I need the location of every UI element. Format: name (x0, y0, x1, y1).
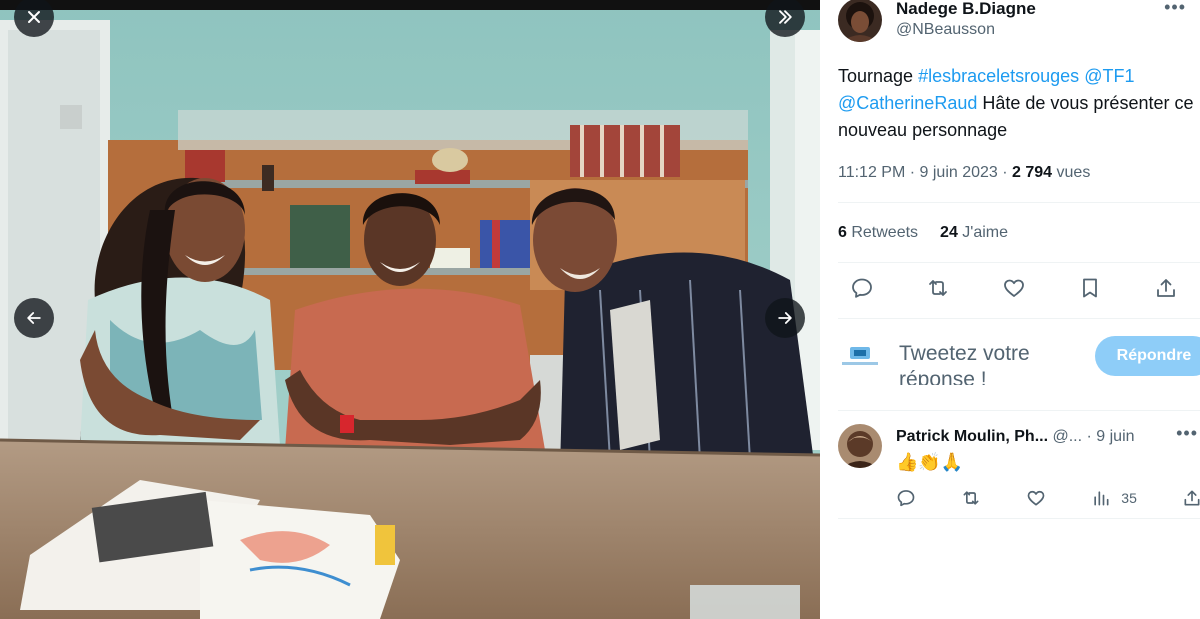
author-name[interactable]: Nadege B.Diagne (896, 0, 1036, 19)
views-count: 2 794 (1012, 164, 1053, 181)
media-viewer (0, 0, 820, 619)
divider (838, 262, 1200, 263)
author-names: Nadege B.Diagne @NBeausson (896, 0, 1036, 41)
expand-right-icon (775, 7, 795, 27)
reply-share-icon[interactable] (1182, 488, 1200, 508)
mention-link-tf1[interactable]: @TF1 (1084, 66, 1134, 86)
divider (838, 410, 1200, 411)
reply-icon[interactable] (850, 276, 876, 302)
retweets-label: Retweets (846, 224, 919, 241)
retweet-icon[interactable] (926, 276, 952, 302)
tweet-sidebar: Nadege B.Diagne @NBeausson ••• Tournage … (820, 0, 1200, 619)
reply-button[interactable]: Répondre (1095, 336, 1200, 376)
next-image-button[interactable] (765, 298, 805, 338)
hashtag-link[interactable]: #lesbraceletsrouges (918, 66, 1079, 86)
tweet-text-lead: Tournage (838, 66, 919, 86)
likes-count: 24 (940, 224, 958, 241)
reply-author-name[interactable]: Patrick Moulin, Ph... (896, 428, 1048, 445)
mention-link-catherineraud[interactable]: @CatherineRaud (838, 93, 977, 113)
reply-more-options-icon[interactable]: ••• (1176, 424, 1198, 442)
reply-reply-icon[interactable] (896, 488, 916, 508)
reply-handle-time: @... · 9 juin (1048, 428, 1135, 445)
likes-stat[interactable]: 24 J'aime (940, 224, 1008, 241)
like-icon[interactable] (1002, 276, 1028, 302)
reply-retweet-icon[interactable] (961, 488, 981, 508)
close-icon (24, 7, 44, 27)
reply-header: Patrick Moulin, Ph... @... · 9 juin (896, 426, 1135, 448)
reply-like-icon[interactable] (1026, 488, 1046, 508)
divider (838, 518, 1200, 519)
retweets-stat[interactable]: 6 Retweets (838, 224, 918, 241)
arrow-left-icon (24, 308, 44, 328)
reply-tweet[interactable]: Patrick Moulin, Ph... @... · 9 juin ••• … (838, 420, 1200, 515)
composer-avatar (840, 345, 880, 369)
retweets-count: 6 (838, 224, 847, 241)
author-avatar[interactable] (838, 0, 882, 42)
reply-views-stat[interactable]: 35 (1091, 488, 1137, 508)
tweet-text: Tournage #lesbraceletsrouges @TF1 @Cathe… (838, 63, 1198, 144)
divider (838, 202, 1200, 203)
reply-actions: 35 (896, 486, 1200, 510)
divider (838, 318, 1200, 319)
tweet-timestamp[interactable]: 11:12 PM · 9 juin 2023 · (838, 164, 1012, 181)
reply-composer: Tweetez votre réponse ! Répondre (838, 333, 1200, 388)
tweet-counts: 6 Retweets 24 J'aime (838, 221, 1008, 245)
bookmark-icon[interactable] (1078, 276, 1104, 302)
reply-input[interactable]: Tweetez votre réponse ! (899, 341, 1074, 385)
tweet-meta: 11:12 PM · 9 juin 2023 · 2 794 vues (838, 161, 1090, 185)
views-label: vues (1052, 164, 1091, 181)
analytics-icon (1091, 488, 1111, 508)
reply-text: 👍👏🙏 (896, 452, 964, 472)
tweet-photo (0, 0, 820, 619)
tweet-actions (850, 276, 1180, 302)
reply-author-avatar[interactable] (838, 424, 882, 468)
previous-image-button[interactable] (14, 298, 54, 338)
arrow-right-icon (775, 308, 795, 328)
more-options-icon[interactable]: ••• (1164, 0, 1186, 16)
tweet-author: Nadege B.Diagne @NBeausson (838, 0, 1036, 46)
share-icon[interactable] (1154, 276, 1180, 302)
reply-views-count: 35 (1121, 490, 1137, 506)
author-handle[interactable]: @NBeausson (896, 19, 1036, 41)
likes-label: J'aime (957, 224, 1009, 241)
